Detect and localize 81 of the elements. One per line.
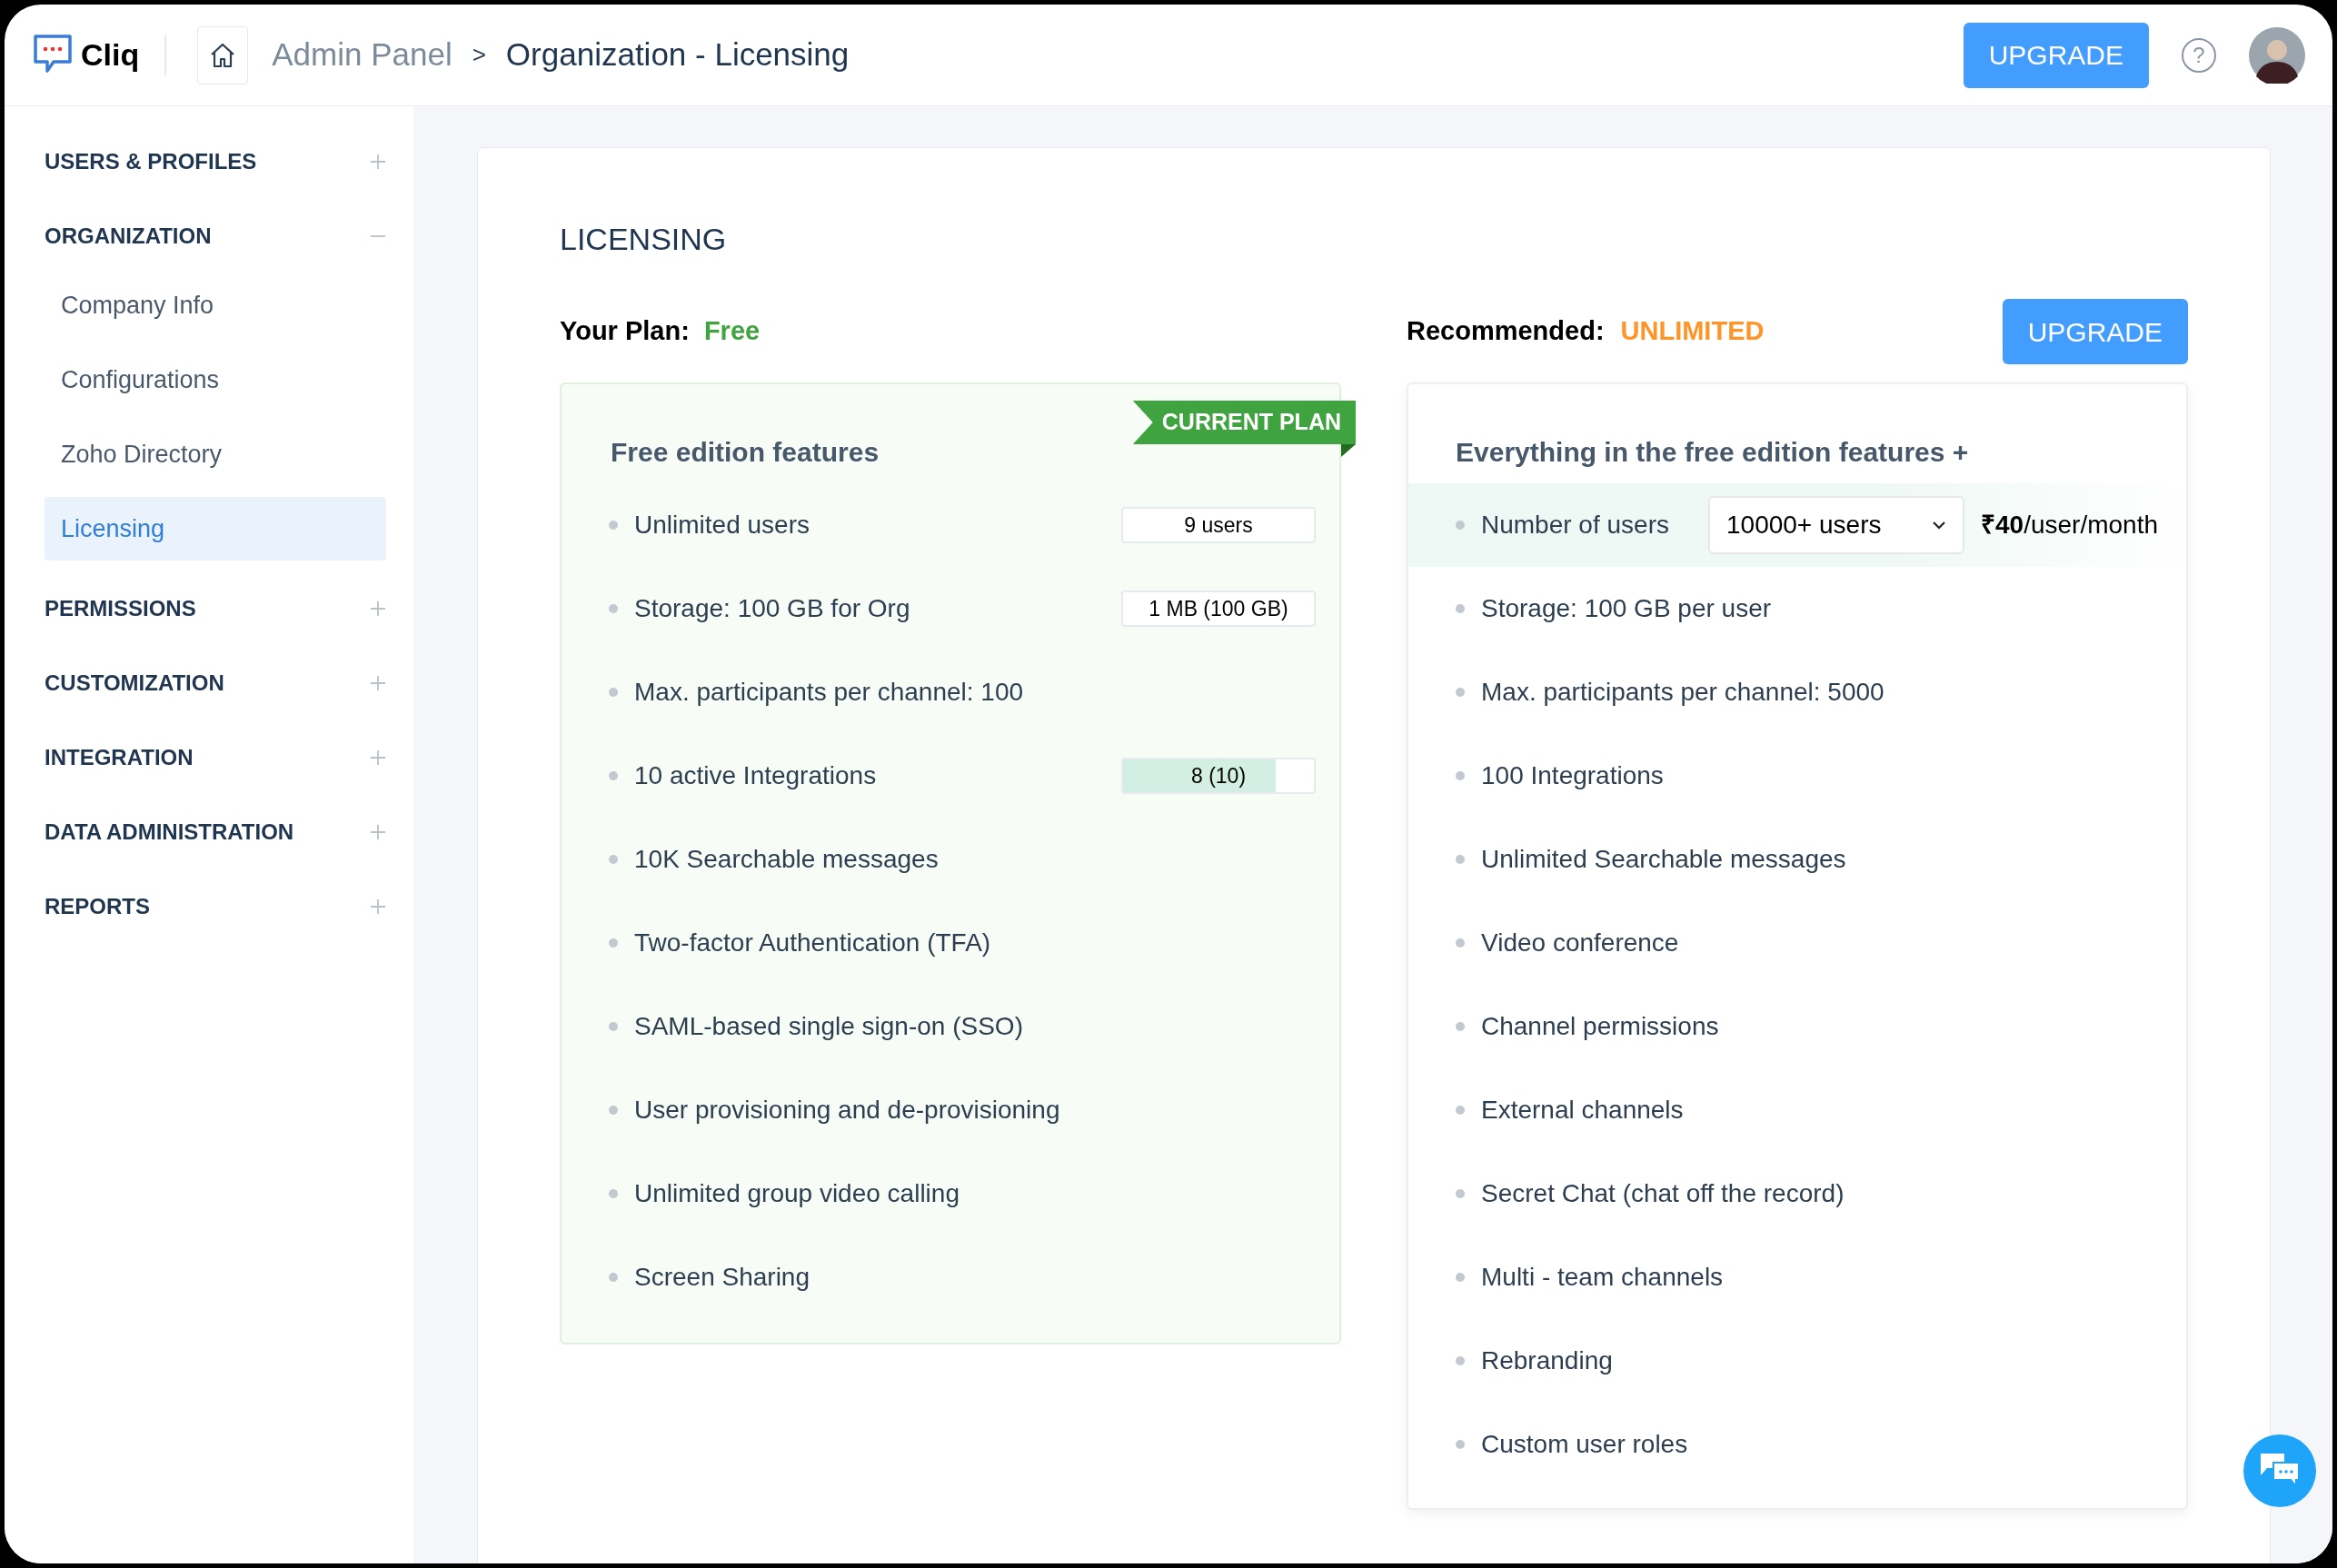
feature-text: Rebranding (1481, 1345, 1613, 1376)
app-name: Cliq (81, 36, 140, 74)
recommended-value: UNLIMITED (1620, 315, 1765, 348)
bullet-icon (1456, 938, 1465, 948)
bullet-icon (609, 771, 618, 780)
expand-icon[interactable] (370, 898, 386, 915)
plan-value: Free (703, 315, 761, 348)
ribbon-fold-icon (1341, 444, 1356, 457)
bullet-icon (1456, 1106, 1465, 1115)
sidebar-section[interactable]: PERMISSIONS (45, 592, 196, 625)
usage-text: 1 MB (100 GB) (1149, 595, 1288, 622)
sidebar-section[interactable]: ORGANIZATION (45, 220, 212, 253)
bullet-icon (1456, 1022, 1465, 1031)
breadcrumb-separator: > (472, 40, 486, 70)
bullet-icon (1456, 1273, 1465, 1282)
section-title: LICENSING (560, 221, 728, 258)
usage-text: 8 (10) (1190, 762, 1247, 789)
chevron-down-icon (1932, 521, 1946, 530)
bullet-icon (1456, 604, 1465, 613)
feature-text: User provisioning and de-provisioning (634, 1095, 1061, 1126)
sidebar-section[interactable]: DATA ADMINISTRATION (45, 816, 294, 849)
feature-text: 100 Integrations (1481, 760, 1664, 791)
users-dropdown[interactable]: 10000+ users (1708, 496, 1964, 554)
bullet-icon (1456, 855, 1465, 864)
bullet-icon (609, 1022, 618, 1031)
sidebar-item[interactable]: Company Info (45, 273, 386, 337)
bullet-icon (1456, 1356, 1465, 1365)
plan-label: Your Plan: (560, 315, 690, 348)
feature-text: External channels (1481, 1095, 1684, 1126)
sidebar-section[interactable]: USERS & PROFILES (45, 145, 257, 178)
sidebar-section[interactable]: CUSTOMIZATION (45, 667, 224, 700)
bullet-icon (609, 521, 618, 530)
expand-icon[interactable] (370, 600, 386, 617)
expand-icon[interactable] (370, 749, 386, 766)
sidebar-section[interactable]: INTEGRATION (45, 741, 194, 774)
feature-text: Storage: 100 GB for Org (634, 593, 911, 624)
home-button[interactable] (197, 25, 249, 84)
feature-text: Two-factor Authentication (TFA) (634, 928, 992, 958)
feature-text: Max. participants per channel: 5000 (1481, 677, 1885, 708)
feature-text: Storage: 100 GB per user (1481, 593, 1772, 624)
expand-icon[interactable] (370, 824, 386, 840)
bullet-icon (609, 1106, 618, 1115)
feature-text: Max. participants per channel: 100 (634, 677, 1025, 708)
sidebar-item[interactable]: Zoho Directory (45, 422, 386, 486)
avatar[interactable] (2249, 26, 2305, 84)
card-title: Free edition features (611, 436, 880, 469)
bullet-icon (1456, 1189, 1465, 1198)
bullet-icon (1456, 521, 1465, 530)
bullet-icon (609, 1189, 618, 1198)
expand-icon[interactable] (370, 154, 386, 170)
price-text: ₹40/user/month (1981, 510, 2158, 541)
feature-text: 10K Searchable messages (634, 844, 940, 875)
bullet-icon (1456, 1440, 1465, 1449)
feature-text: Video conference (1481, 928, 1679, 958)
feature-text: 10 active Integrations (634, 760, 878, 791)
sidebar-item[interactable]: Licensing (45, 497, 386, 561)
feature-text: Number of users (1481, 510, 1670, 541)
card-title: Everything in the free edition features + (1455, 436, 1970, 469)
sidebar-item[interactable]: Configurations (45, 348, 386, 412)
feature-text: Unlimited Searchable messages (1481, 844, 1846, 875)
feature-text: SAML-based single sign-on (SSO) (634, 1011, 1024, 1042)
bullet-icon (609, 688, 618, 697)
bullet-icon (609, 604, 618, 613)
feature-text: Channel permissions (1481, 1011, 1719, 1042)
feature-text: Unlimited group video calling (634, 1178, 960, 1209)
bullet-icon (609, 855, 618, 864)
usage-text: 9 users (1184, 511, 1253, 539)
feature-text: Screen Sharing (634, 1262, 810, 1293)
current-plan-ribbon: CURRENT PLAN (1132, 401, 1356, 457)
bullet-icon (1456, 771, 1465, 780)
bullet-icon (609, 938, 618, 948)
feature-text: Custom user roles (1481, 1429, 1688, 1460)
recommended-label: Recommended: (1407, 315, 1605, 348)
feature-text: Multi - team channels (1481, 1262, 1724, 1293)
sidebar-section[interactable]: REPORTS (45, 890, 150, 923)
bullet-icon (1456, 688, 1465, 697)
page-title: Organization - Licensing (505, 35, 850, 74)
expand-icon[interactable] (370, 675, 386, 691)
bullet-icon (609, 1273, 618, 1282)
feature-text: Secret Chat (chat off the record) (1481, 1178, 1845, 1209)
feature-text: Unlimited users (634, 510, 810, 541)
